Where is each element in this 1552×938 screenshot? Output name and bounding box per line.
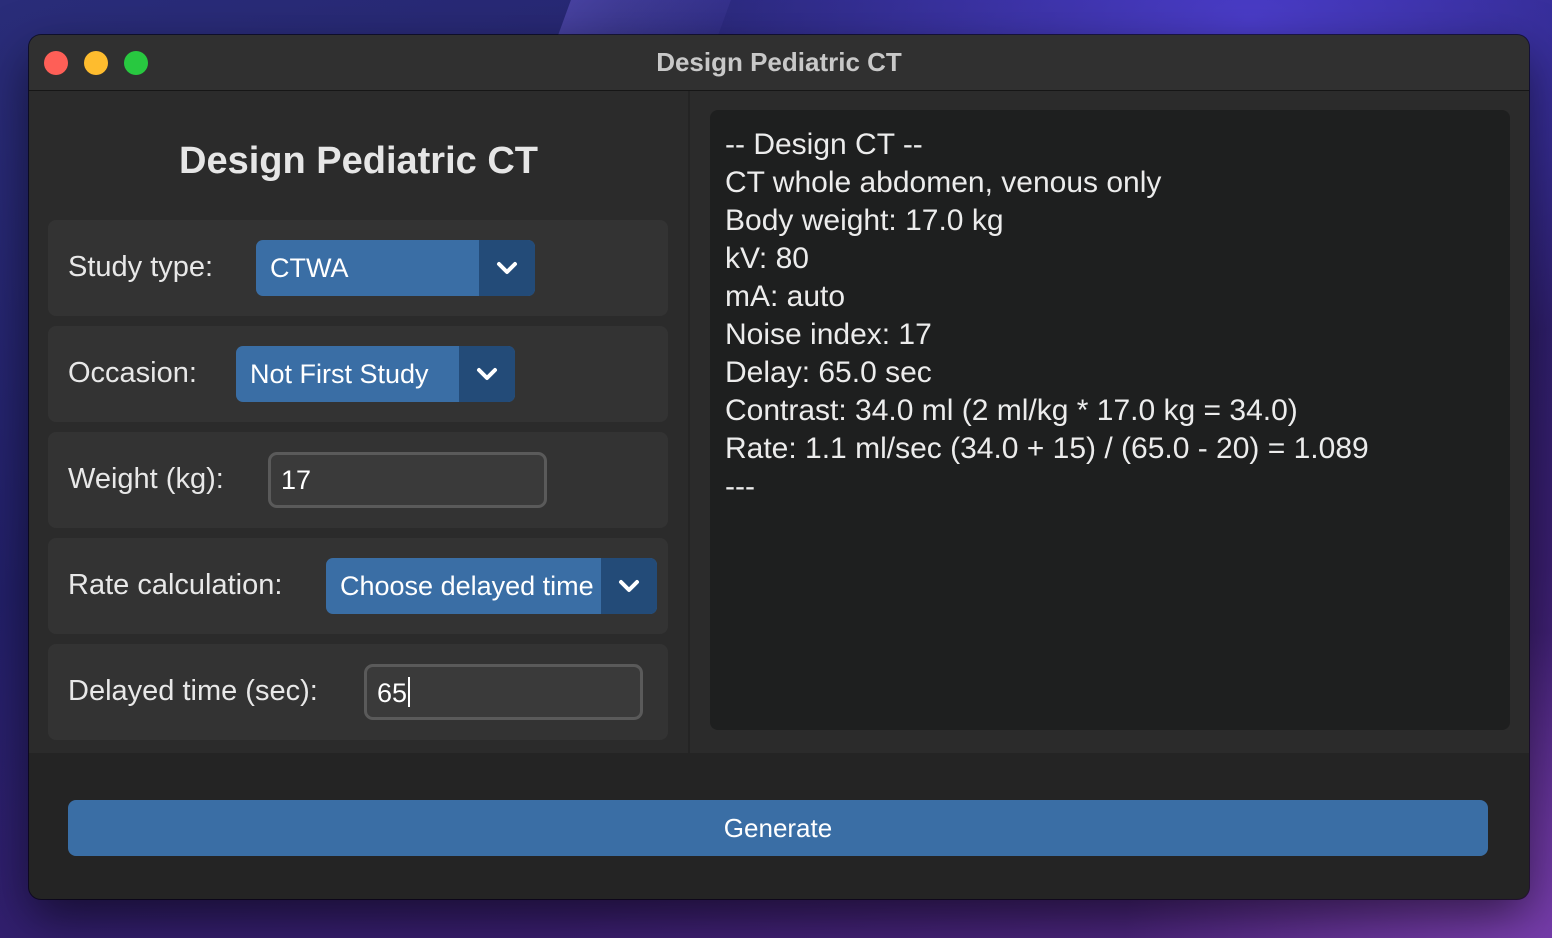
occasion-value: Not First Study	[250, 359, 429, 389]
output-line: Delay: 65.0 sec	[725, 356, 932, 389]
occasion-row: Occasion: Not First Study	[48, 326, 668, 422]
output-line: Noise index: 17	[725, 318, 932, 351]
rate-calculation-row: Rate calculation: Choose delayed time	[48, 538, 668, 634]
study-type-dropdown[interactable]: CTWA	[256, 240, 535, 296]
weight-value: 17	[281, 465, 312, 495]
weight-input[interactable]: 17	[268, 452, 547, 508]
output-line: -- Design CT --	[725, 128, 923, 161]
output-line: mA: auto	[725, 280, 846, 313]
window-title: Design Pediatric CT	[656, 47, 902, 77]
title-bar[interactable]: Design Pediatric CT	[29, 35, 1529, 91]
weight-label: Weight (kg):	[68, 463, 224, 495]
form-heading: Design Pediatric CT	[179, 140, 538, 182]
chevron-down-icon	[619, 580, 639, 592]
rate-calculation-dropdown-arrow[interactable]	[601, 558, 657, 614]
rate-calculation-value: Choose delayed time	[340, 571, 594, 601]
delayed-time-label: Delayed time (sec):	[68, 675, 318, 707]
occasion-label: Occasion:	[68, 357, 197, 389]
output-line: Body weight: 17.0 kg	[725, 204, 1004, 237]
output-line: Rate: 1.1 ml/sec (34.0 + 15) / (65.0 - 2…	[725, 432, 1369, 465]
study-type-value: CTWA	[270, 253, 349, 283]
output-line: ---	[725, 470, 755, 503]
delayed-time-row: Delayed time (sec): 65	[48, 644, 668, 740]
generate-button[interactable]: Generate	[68, 800, 1488, 856]
output-textbox[interactable]: -- Design CT -- CT whole abdomen, venous…	[710, 110, 1510, 730]
weight-row: Weight (kg): 17	[48, 432, 668, 528]
occasion-dropdown-arrow[interactable]	[459, 346, 515, 402]
output-lines: -- Design CT -- CT whole abdomen, venous…	[725, 126, 1369, 506]
rate-calculation-label: Rate calculation:	[68, 569, 283, 601]
app-window: Design Pediatric CT Design Pediatric CT …	[29, 35, 1529, 899]
chevron-down-icon	[477, 368, 497, 380]
output-line: kV: 80	[725, 242, 809, 275]
delayed-time-input[interactable]: 65	[364, 664, 643, 720]
delayed-time-value-wrap: 65	[377, 677, 411, 709]
output-panel: -- Design CT -- CT whole abdomen, venous…	[690, 91, 1529, 753]
chevron-down-icon	[497, 262, 517, 274]
rate-calculation-dropdown[interactable]: Choose delayed time	[326, 558, 657, 614]
delayed-time-value: 65	[377, 678, 408, 708]
output-line: Contrast: 34.0 ml (2 ml/kg * 17.0 kg = 3…	[725, 394, 1298, 427]
occasion-dropdown[interactable]: Not First Study	[236, 346, 515, 402]
study-type-dropdown-arrow[interactable]	[479, 240, 535, 296]
text-caret	[408, 677, 411, 707]
output-line: CT whole abdomen, venous only	[725, 166, 1162, 199]
study-type-row: Study type: CTWA	[48, 220, 668, 316]
study-type-label: Study type:	[68, 251, 214, 283]
form-panel: Design Pediatric CT Study type: CTWA Occ…	[29, 91, 688, 753]
